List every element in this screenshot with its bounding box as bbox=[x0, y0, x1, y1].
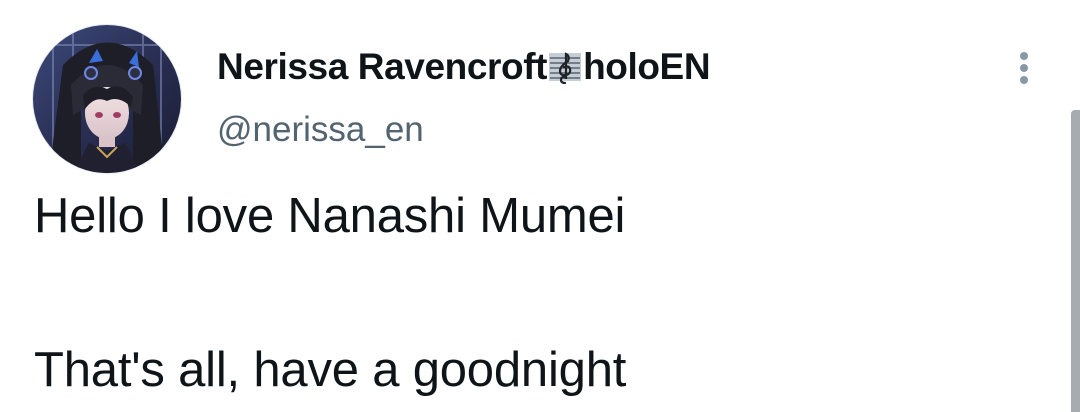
more-options-vertical-dots-icon[interactable] bbox=[1010, 48, 1040, 88]
tweet-text-line-2: That's all, have a goodnight bbox=[34, 343, 627, 397]
display-name-text: Nerissa Ravencroft bbox=[217, 46, 548, 87]
display-name-suffix: holoEN bbox=[583, 46, 711, 87]
music-staff-treble-clef-icon bbox=[548, 50, 582, 93]
tweet-card: Nerissa Ravencroft holoEN @nerissa_en He… bbox=[0, 0, 1080, 412]
scrollbar[interactable] bbox=[1071, 110, 1080, 412]
avatar-image bbox=[33, 25, 181, 173]
more-dot bbox=[1020, 76, 1028, 84]
more-dot bbox=[1020, 64, 1028, 72]
author-avatar[interactable] bbox=[33, 25, 181, 173]
tweet-text-line-1: Hello I love Nanashi Mumei bbox=[34, 189, 626, 243]
more-dot bbox=[1020, 52, 1028, 60]
author-display-name[interactable]: Nerissa Ravencroft holoEN bbox=[217, 46, 711, 93]
author-handle[interactable]: @nerissa_en bbox=[217, 110, 424, 150]
